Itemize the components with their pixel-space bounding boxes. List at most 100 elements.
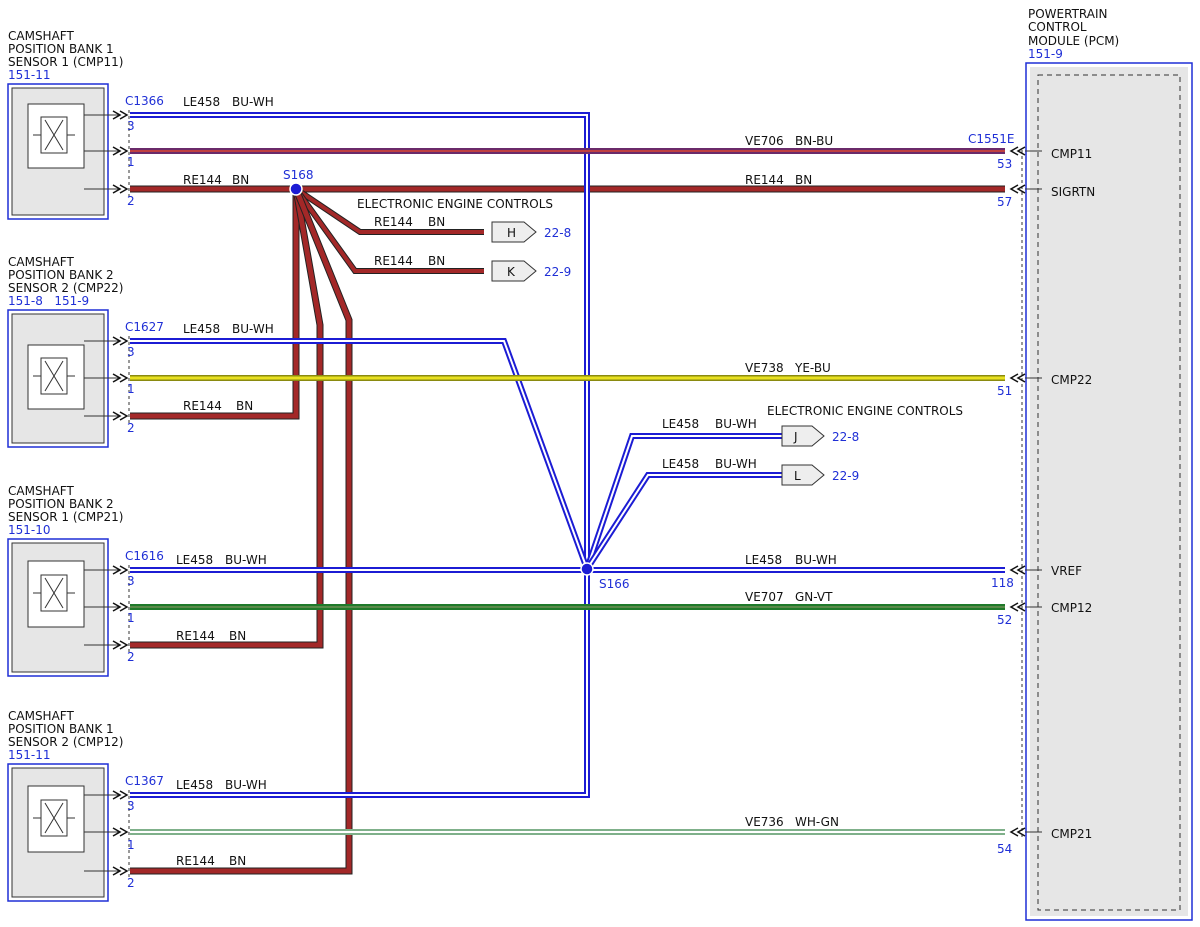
pin-3: 3 [127,799,135,813]
wire-code: VE707 [745,590,784,604]
re144-wires [130,185,1005,875]
wire-color: BN [428,215,445,229]
sensor-title-line3: SENSOR 2 (CMP12) [8,735,123,749]
wire-color: BN-BU [795,134,833,148]
connector-l: L 22-9 [781,464,859,486]
pcm-title-line1: POWERTRAIN [1028,7,1108,21]
connector-ref: 22-8 [832,430,859,444]
connector-h: H 22-8 [491,221,571,243]
wire-code: RE144 [183,399,222,413]
wire-color: BN [236,399,253,413]
eec-title: ELECTRONIC ENGINE CONTROLS [767,404,963,418]
wire-color: BU-WH [715,457,757,471]
pin-2: 2 [127,650,135,664]
pcm-pin-name: CMP11 [1051,147,1092,161]
sensor-ref: 151-8 151-9 [8,294,89,308]
wire-code: RE144 [374,215,413,229]
pcm-pin-num: 52 [997,613,1012,627]
wire-code: LE458 [662,417,699,431]
wire-le458-cmp12 [130,569,590,798]
sensor-connector: C1366 [125,94,164,108]
connector-ref: 22-9 [832,469,859,483]
wire-color: BU-WH [225,553,267,567]
pcm-pin-num: 57 [997,195,1012,209]
sensor-title-line3: SENSOR 1 (CMP11) [8,55,123,69]
splice-s168-label: S168 [283,168,314,182]
pcm-pin-name: VREF [1051,564,1082,578]
pin-1: 1 [127,382,135,396]
pin-1: 1 [127,611,135,625]
wire-code: LE458 [176,553,213,567]
wire-color: BU-WH [715,417,757,431]
sensor-title-line1: CAMSHAFT [8,709,74,723]
wire-code: RE144 [183,173,222,187]
splice-s166-label: S166 [599,577,630,591]
sensor-connector: C1367 [125,774,164,788]
connector-letter: K [507,265,516,279]
sensor-title-line1: CAMSHAFT [8,484,74,498]
pcm-pin-name: CMP12 [1051,601,1092,615]
wire-color: BN [795,173,812,187]
sensors: CAMSHAFT POSITION BANK 1 SENSOR 1 (CMP11… [7,29,164,902]
wire-color: BN [229,854,246,868]
wire-code: LE458 [183,322,220,336]
pin-2: 2 [127,421,135,435]
sensor-title-line1: CAMSHAFT [8,255,74,269]
wire-code: LE458 [183,95,220,109]
wire-code: VE736 [745,815,784,829]
wire-color: WH-GN [795,815,839,829]
pcm-connector: C1551E [968,132,1015,146]
sensor-title-line3: SENSOR 2 (CMP22) [8,281,123,295]
pcm-ref: 151-9 [1028,47,1063,61]
eec-title: ELECTRONIC ENGINE CONTROLS [357,197,553,211]
wire-color: BN [229,629,246,643]
signal-wires [130,148,1005,835]
sensor-ref: 151-11 [8,68,51,82]
splice-s166 [580,562,594,576]
wire-code: LE458 [745,553,782,567]
pcm-title-line2: CONTROL [1028,20,1087,34]
pcm-title-line3: MODULE (PCM) [1028,34,1119,48]
sensor-connector: C1627 [125,320,164,334]
sensor-ref: 151-11 [8,748,51,762]
pin-3: 3 [127,574,135,588]
wire-le458-to-j [584,433,782,570]
pcm-pin-num: 118 [991,576,1014,590]
sensor-title-line3: SENSOR 1 (CMP21) [8,510,123,524]
wire-code: RE144 [374,254,413,268]
pcm-pin-name: CMP21 [1051,827,1092,841]
wire-code: LE458 [662,457,699,471]
pin-1: 1 [127,155,135,169]
sensor-title-line1: CAMSHAFT [8,29,74,43]
connector-j: J 22-8 [781,425,859,447]
pcm-pin-num: 53 [997,157,1012,171]
wire-code: RE144 [745,173,784,187]
sensor-title-line2: POSITION BANK 2 [8,497,114,511]
pcm-pin-name: CMP22 [1051,373,1092,387]
wire-color: BU-WH [232,95,274,109]
sensor-title-line2: POSITION BANK 1 [8,42,114,56]
pcm-module: POWERTRAIN CONTROL MODULE (PCM) 151-9 C1… [968,7,1193,921]
wire-color: BN [232,173,249,187]
connector-ref: 22-9 [544,265,571,279]
wire-code: VE738 [745,361,784,375]
connector-k: K 22-9 [491,260,571,282]
wire-code: RE144 [176,854,215,868]
connector-letter: J [793,430,798,444]
sensor-connector: C1616 [125,549,164,563]
le458-wires [130,112,1005,798]
wire-re144-cmp22 [130,189,300,420]
sensor-title-line2: POSITION BANK 1 [8,722,114,736]
pcm-pin-num: 51 [997,384,1012,398]
pin-3: 3 [127,345,135,359]
pin-2: 2 [127,876,135,890]
wire-code: VE706 [745,134,784,148]
wire-color: BU-WH [225,778,267,792]
pin-2: 2 [127,194,135,208]
wire-color: GN-VT [795,590,833,604]
wiring-diagram: CAMSHAFT POSITION BANK 1 SENSOR 1 (CMP11… [7,7,1193,921]
connector-letter: H [507,226,516,240]
pcm-pin-num: 54 [997,842,1012,856]
sensor-title-line2: POSITION BANK 2 [8,268,114,282]
wire-color: YE-BU [794,361,831,375]
